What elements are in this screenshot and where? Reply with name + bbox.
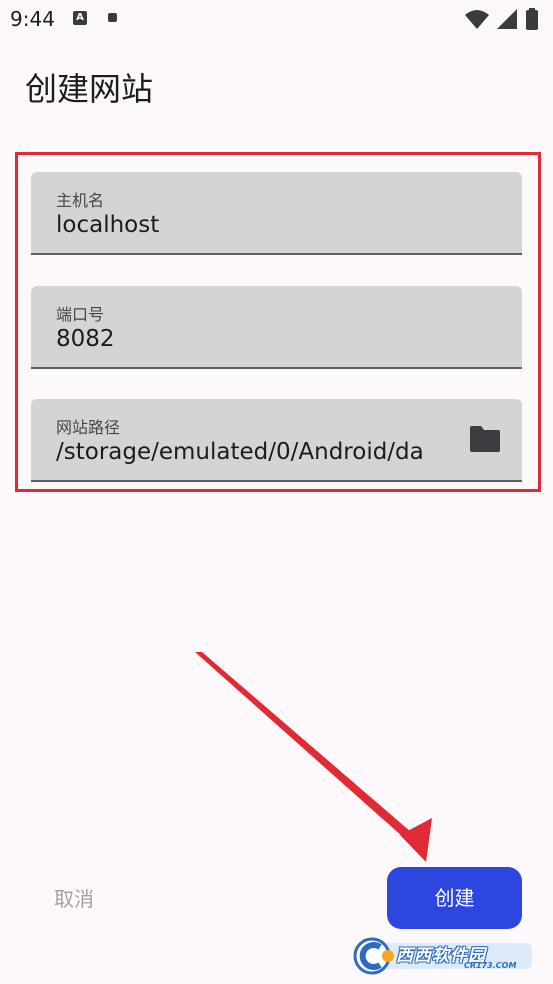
port-input[interactable]: 8082 bbox=[56, 326, 115, 352]
port-field[interactable]: 端口号 8082 bbox=[31, 286, 522, 369]
watermark-logo: 西西软件园 CR173.COM bbox=[352, 937, 534, 975]
notification-a-icon: A bbox=[73, 11, 87, 25]
port-label: 端口号 bbox=[56, 305, 105, 324]
hostname-field[interactable]: 主机名 localhost bbox=[31, 172, 522, 255]
cancel-button[interactable]: 取消 bbox=[38, 875, 110, 923]
hostname-label: 主机名 bbox=[56, 191, 105, 210]
status-time: 9:44 bbox=[10, 7, 55, 31]
website-path-label: 网站路径 bbox=[56, 418, 121, 437]
status-bar: 9:44 A bbox=[0, 0, 553, 40]
annotation-arrow bbox=[195, 652, 432, 862]
website-path-field[interactable]: 网站路径 /storage/emulated/0/Android/da bbox=[31, 399, 522, 482]
signal-icon bbox=[497, 9, 517, 29]
notification-dot-icon bbox=[108, 13, 117, 22]
create-button[interactable]: 创建 bbox=[387, 867, 522, 929]
folder-icon[interactable] bbox=[468, 424, 502, 454]
website-path-input[interactable]: /storage/emulated/0/Android/da bbox=[56, 439, 443, 465]
hostname-input[interactable]: localhost bbox=[56, 212, 159, 238]
page-title: 创建网站 bbox=[25, 70, 154, 108]
battery-icon bbox=[526, 8, 538, 30]
wifi-icon bbox=[465, 10, 489, 29]
create-website-screen: 9:44 A 创建网站 主机名 localhost 端口号 8082 网站路径 … bbox=[0, 0, 553, 984]
watermark-subtext: CR173.COM bbox=[464, 961, 517, 970]
status-icons bbox=[465, 8, 538, 30]
